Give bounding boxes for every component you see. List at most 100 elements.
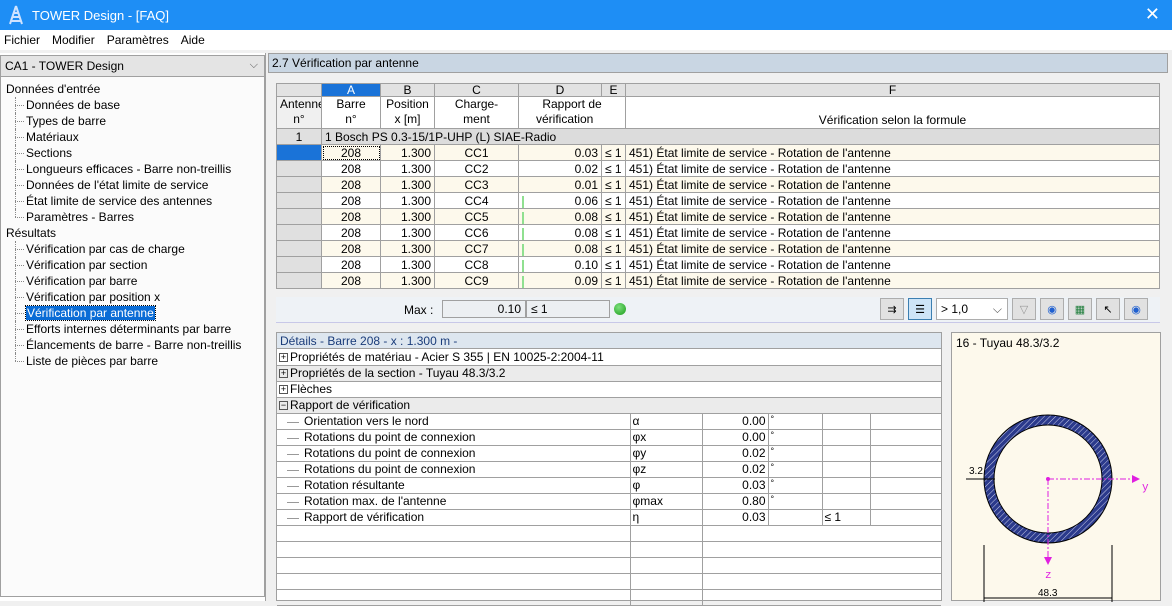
row-header[interactable] — [276, 208, 322, 225]
cell-chargement[interactable]: CC4 — [434, 192, 519, 209]
details-section[interactable]: − Rapport de vérification — [277, 397, 941, 414]
cell-barre[interactable]: 208 — [321, 192, 381, 209]
column-letter-a[interactable]: A — [321, 83, 381, 97]
tree-item[interactable]: Données de l'état limite de service — [1, 177, 264, 193]
cell-ratio[interactable]: 0.08 — [518, 240, 602, 257]
row-header[interactable] — [276, 256, 322, 273]
tree-item[interactable]: Liste de pièces par barre — [1, 353, 264, 369]
row-header[interactable] — [276, 176, 322, 193]
cell-barre[interactable]: 208 — [321, 256, 381, 273]
table-row[interactable]: 208 1.300 CC7 0.08 ≤ 1 451) État limite de se… — [276, 240, 1160, 257]
row-header[interactable] — [276, 272, 322, 289]
menu-aide[interactable]: Aide — [181, 33, 205, 47]
table-row[interactable]: 208 1.300 CC3 0.01 ≤ 1 451) État limite de se… — [276, 176, 1160, 193]
cell-barre[interactable]: 208 — [321, 144, 381, 161]
tree-item[interactable]: Paramètres - Barres — [1, 209, 264, 225]
excel-export-icon[interactable]: ▦ — [1068, 298, 1092, 320]
tree-group-results[interactable]: Résultats — [1, 225, 264, 241]
cell-ratio[interactable]: 0.08 — [518, 208, 602, 225]
menu-fichier[interactable]: Fichier — [4, 33, 40, 47]
tree-item[interactable]: Vérification par cas de charge — [1, 241, 264, 257]
cell-ratio[interactable]: 0.09 — [518, 272, 602, 289]
cell-chargement[interactable]: CC3 — [434, 176, 519, 193]
cell-barre[interactable]: 208 — [321, 272, 381, 289]
cell-ratio[interactable]: 0.08 — [518, 224, 602, 241]
table-row[interactable]: 208 1.300 CC1 0.03 ≤ 1 451) État limite de se… — [276, 144, 1160, 161]
tree-item[interactable]: Vérification par barre — [1, 273, 264, 289]
cell-position[interactable]: 1.300 — [380, 192, 435, 209]
antenna-group-row[interactable]: 1 1 Bosch PS 0.3-15/1P-UHP (L) SIAE-Radi… — [276, 128, 1160, 145]
row-header[interactable] — [276, 240, 322, 257]
cell-position[interactable]: 1.300 — [380, 256, 435, 273]
column-letter-c[interactable]: C — [434, 83, 519, 97]
cell-barre[interactable]: 208 — [321, 208, 381, 225]
filter-icon[interactable]: ▽ — [1012, 298, 1036, 320]
cell-chargement[interactable]: CC8 — [434, 256, 519, 273]
cell-barre[interactable]: 208 — [321, 240, 381, 257]
row-header[interactable] — [276, 160, 322, 177]
table-row[interactable]: 208 1.300 CC6 0.08 ≤ 1 451) État limite de se… — [276, 224, 1160, 241]
cell-chargement[interactable]: CC9 — [434, 272, 519, 289]
row-header[interactable] — [276, 224, 322, 241]
cell-formule[interactable]: 451) État limite de service - Rotation d… — [625, 256, 1160, 273]
column-letter-b[interactable]: B — [380, 83, 435, 97]
cell-chargement[interactable]: CC5 — [434, 208, 519, 225]
details-section[interactable]: + Propriétés de la section - Tuyau 48.3/3… — [277, 365, 941, 382]
tree-item[interactable]: Efforts internes déterminants par barre — [1, 321, 264, 337]
close-icon[interactable]: ✕ — [1145, 4, 1160, 25]
tree-group-input[interactable]: Données d'entrée — [1, 81, 264, 97]
row-header[interactable] — [276, 192, 322, 209]
cell-position[interactable]: 1.300 — [380, 224, 435, 241]
cell-barre[interactable]: 208 — [321, 224, 381, 241]
column-letter-e[interactable]: E — [601, 83, 626, 97]
cell-position[interactable]: 1.300 — [380, 160, 435, 177]
tree-item[interactable]: Données de base — [1, 97, 264, 113]
cell-formule[interactable]: 451) État limite de service - Rotation d… — [625, 208, 1160, 225]
collapse-icon[interactable]: − — [279, 401, 288, 411]
cell-formule[interactable]: 451) État limite de service - Rotation d… — [625, 240, 1160, 257]
expand-icon[interactable]: + — [279, 385, 288, 395]
cell-barre[interactable]: 208 — [321, 176, 381, 193]
cell-formule[interactable]: 451) État limite de service - Rotation d… — [625, 224, 1160, 241]
cell-formule[interactable]: 451) État limite de service - Rotation d… — [625, 272, 1160, 289]
expand-icon[interactable]: + — [279, 369, 288, 379]
cell-ratio[interactable]: 0.03 — [518, 144, 602, 161]
cell-position[interactable]: 1.300 — [380, 272, 435, 289]
cell-formule[interactable]: 451) État limite de service - Rotation d… — [625, 192, 1160, 209]
case-selector[interactable]: CA1 - TOWER Design ⌵ — [0, 55, 265, 77]
color-scale-icon[interactable]: ◉ — [1040, 298, 1064, 320]
cell-position[interactable]: 1.300 — [380, 144, 435, 161]
table-row[interactable]: 208 1.300 CC9 0.09 ≤ 1 451) État limite de se… — [276, 272, 1160, 289]
table-row[interactable]: 208 1.300 CC5 0.08 ≤ 1 451) État limite de se… — [276, 208, 1160, 225]
cell-chargement[interactable]: CC1 — [434, 144, 519, 161]
tree-item-selected[interactable]: Vérification par antenne — [1, 305, 264, 321]
cell-formule[interactable]: 451) État limite de service - Rotation d… — [625, 176, 1160, 193]
column-letter-f[interactable]: F — [625, 83, 1160, 97]
export-selection-icon[interactable]: ⇉ — [880, 298, 904, 320]
cell-formule[interactable]: 451) État limite de service - Rotation d… — [625, 144, 1160, 161]
menu-modifier[interactable]: Modifier — [52, 33, 95, 47]
cell-chargement[interactable]: CC6 — [434, 224, 519, 241]
tree-item[interactable]: Types de barre — [1, 113, 264, 129]
details-section[interactable]: + Flèches — [277, 381, 941, 398]
bar-chart-toggle-icon[interactable]: ☰ — [908, 298, 932, 320]
table-row[interactable]: 208 1.300 CC8 0.10 ≤ 1 451) État limite de se… — [276, 256, 1160, 273]
tree-item[interactable]: Vérification par section — [1, 257, 264, 273]
cell-position[interactable]: 1.300 — [380, 176, 435, 193]
expand-icon[interactable]: + — [279, 353, 288, 363]
filter-dropdown[interactable]: > 1,0 ⌵ — [936, 298, 1008, 320]
details-section[interactable]: + Propriétés de matériau - Acier S 355 | … — [277, 349, 941, 366]
cell-chargement[interactable]: CC2 — [434, 160, 519, 177]
select-in-model-icon[interactable]: ↖ — [1096, 298, 1120, 320]
tree-item[interactable]: Sections — [1, 145, 264, 161]
table-row[interactable]: 208 1.300 CC2 0.02 ≤ 1 451) État limite de se… — [276, 160, 1160, 177]
cell-ratio[interactable]: 0.01 — [518, 176, 602, 193]
cell-chargement[interactable]: CC7 — [434, 240, 519, 257]
cell-ratio[interactable]: 0.06 — [518, 192, 602, 209]
cell-ratio[interactable]: 0.10 — [518, 256, 602, 273]
column-letter-d[interactable]: D — [518, 83, 602, 97]
view-icon[interactable]: ◉ — [1124, 298, 1148, 320]
cell-barre[interactable]: 208 — [321, 160, 381, 177]
tree-item[interactable]: Vérification par position x — [1, 289, 264, 305]
cell-position[interactable]: 1.300 — [380, 240, 435, 257]
